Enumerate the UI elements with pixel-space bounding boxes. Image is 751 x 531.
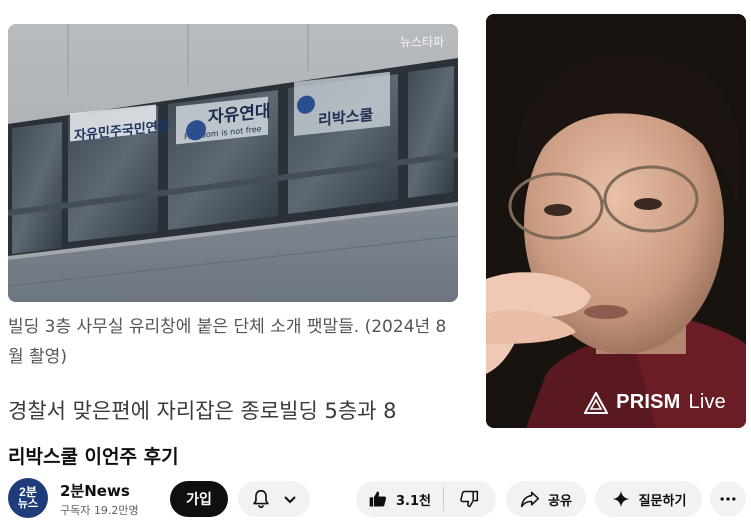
more-icon [720,497,736,501]
thumbs-up-icon [369,491,387,507]
building-photo: 자유민주국민연합 자유연대 Freedom is not free 리박스쿨 뉴… [8,24,458,302]
dislike-button[interactable] [444,481,494,517]
more-actions-button[interactable] [710,481,746,517]
prism-brand-text: PRISM [616,391,681,413]
like-button[interactable]: 3.1천 [356,481,443,517]
notification-button[interactable] [238,481,310,517]
video-player[interactable]: 자유민주국민연합 자유연대 Freedom is not free 리박스쿨 뉴… [0,0,751,432]
photo-caption: 빌딩 3층 사무실 유리창에 붙은 단체 소개 팻말들. (2024년 8 월 … [8,312,466,372]
channel-avatar[interactable]: 2분 뉴스 [8,478,48,518]
article-screen: 자유민주국민연합 자유연대 Freedom is not free 리박스쿨 뉴… [0,0,470,432]
like-dislike-group: 3.1천 [356,481,496,517]
share-label: 공유 [548,493,572,509]
share-icon [520,491,540,508]
ask-button[interactable]: 질문하기 [595,481,702,517]
caption-line-1: 빌딩 3층 사무실 유리창에 붙은 단체 소개 팻말들. (2024년 8 [8,317,447,337]
avatar-text-bottom: 뉴스 [17,498,39,510]
webcam-overlay: PRISM Live [486,14,746,428]
sparkle-icon [612,490,629,508]
bell-icon [253,489,269,509]
streamer-face-illustration [486,14,746,428]
building-window-illustration: 자유민주국민연합 자유연대 Freedom is not free 리박스쿨 뉴… [8,24,458,302]
watermark: 뉴스타파 [400,35,444,49]
join-button[interactable]: 가입 [170,481,228,517]
avatar-text-top: 2분 [19,485,37,499]
prism-live-watermark: PRISM Live [584,391,726,414]
prism-live-text: Live [688,391,726,413]
subscriber-count: 구독자 19.2만명 [60,504,139,517]
share-button[interactable]: 공유 [506,481,586,517]
prism-logo-icon [584,391,609,414]
chevron-down-icon [284,496,296,504]
ask-label: 질문하기 [638,493,687,509]
caption-line-2: 월 촬영) [8,347,67,367]
thumbs-down-icon [460,490,479,508]
video-action-row: 2분 뉴스 2분News 구독자 19.2만명 가입 3.1천 공유 질문하기 [0,476,751,522]
like-count: 3.1천 [396,493,431,509]
article-body-text: 경찰서 맞은편에 자리잡은 종로빌딩 5층과 8 [8,399,397,423]
join-label: 가입 [186,492,212,508]
channel-name[interactable]: 2분News [60,480,130,501]
video-title: 리박스쿨 이언주 후기 [8,446,179,468]
